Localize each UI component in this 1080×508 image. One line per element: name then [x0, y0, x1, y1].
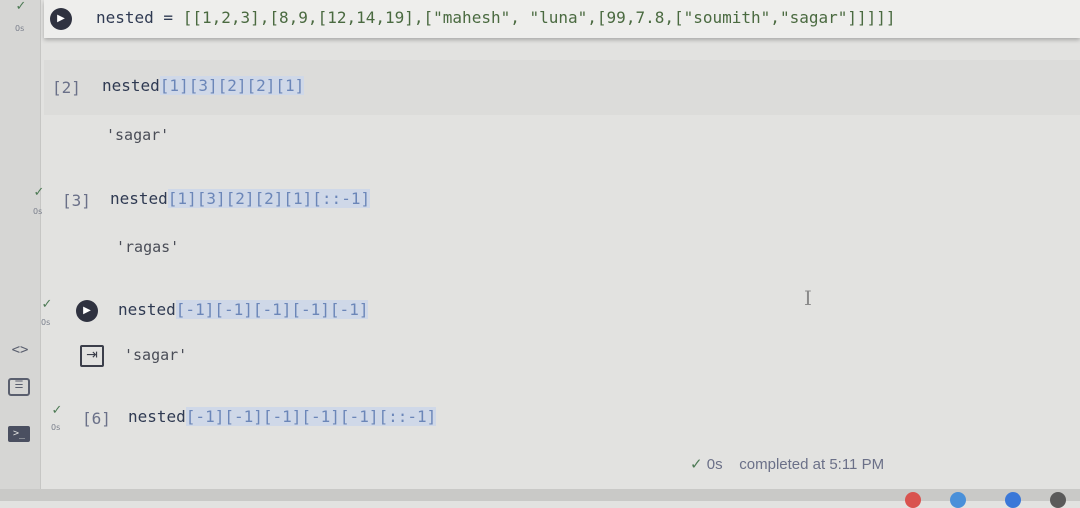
- success-check-icon: ✓: [41, 297, 53, 312]
- taskbar-app-icon[interactable]: [950, 492, 966, 508]
- cell-run-time: 0s: [15, 24, 25, 33]
- run-cell-button[interactable]: ▶: [50, 8, 72, 30]
- execution-count: [6]: [82, 409, 111, 428]
- status-check-icon: ✓: [690, 456, 703, 473]
- success-check-icon: ✓: [33, 185, 45, 200]
- success-check-icon: ✓: [15, 0, 27, 14]
- code-line[interactable]: nested[-1][-1][-1][-1][-1]: [118, 300, 369, 319]
- code-icon[interactable]: <>: [8, 340, 32, 360]
- cell-output: 'sagar': [124, 346, 188, 364]
- cell-run-time: 0s: [51, 423, 61, 432]
- text-icon[interactable]: ☰: [8, 378, 30, 396]
- cell-output: 'sagar': [106, 126, 170, 144]
- code-line[interactable]: nested[-1][-1][-1][-1][-1][::-1]: [128, 407, 437, 426]
- code-line[interactable]: nested = [[1,2,3],[8,9,[12,14,19],["mahe…: [96, 8, 896, 27]
- cell-output: 'ragas': [116, 238, 180, 256]
- code-line[interactable]: nested[1][3][2][2][1]: [102, 76, 305, 95]
- text-cursor-icon: I: [804, 286, 812, 310]
- status-text: completed at 5:11 PM: [739, 456, 885, 473]
- run-cell-button[interactable]: ▶: [76, 300, 98, 322]
- execution-status: ✓ 0s completed at 5:11 PM: [690, 455, 884, 473]
- success-check-icon: ✓: [51, 403, 63, 418]
- taskbar-app-icon[interactable]: [1050, 492, 1066, 508]
- execution-count: [2]: [52, 78, 81, 97]
- taskbar-app-icon[interactable]: [1005, 492, 1021, 508]
- cell-run-time: 0s: [41, 318, 51, 327]
- cell-run-time: 0s: [33, 207, 43, 216]
- execution-count: [3]: [62, 191, 91, 210]
- output-redirect-icon[interactable]: ⇥: [80, 345, 104, 367]
- status-duration: 0s: [706, 456, 723, 473]
- terminal-icon[interactable]: >_: [8, 426, 30, 442]
- code-line[interactable]: nested[1][3][2][2][1][::-1]: [110, 189, 371, 208]
- taskbar-app-icon[interactable]: [905, 492, 921, 508]
